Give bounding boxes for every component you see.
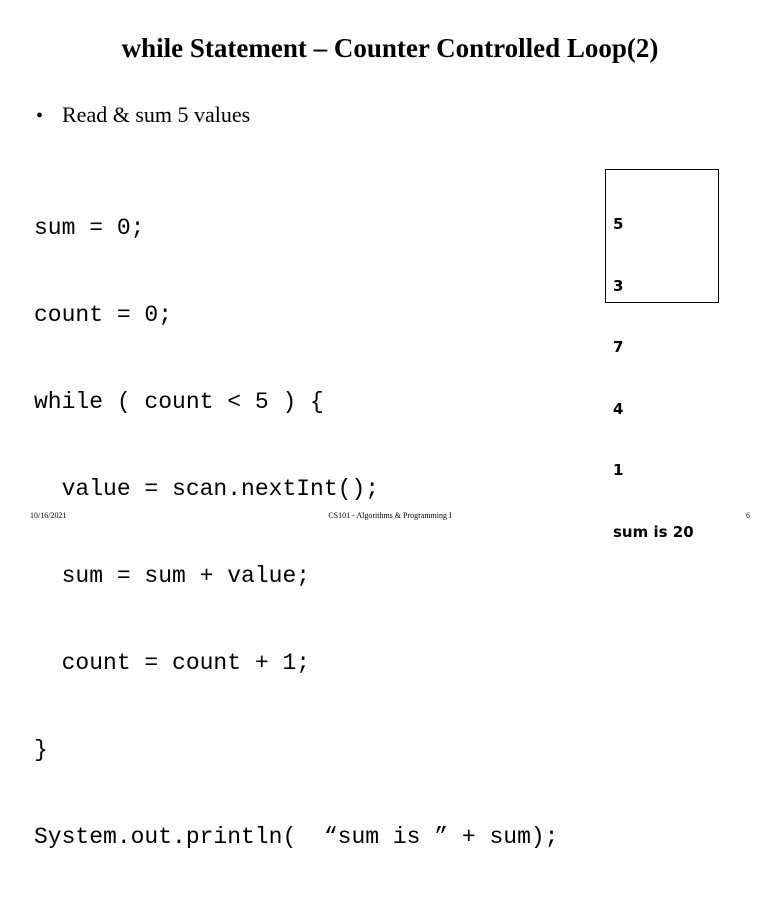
output-line: 3 (613, 276, 624, 295)
code-block: sum = 0; count = 0; while ( count < 5 ) … (34, 156, 559, 910)
page-title: while Statement – Counter Controlled Loo… (121, 33, 659, 63)
list-item: • Read & sum 5 values (36, 101, 636, 130)
output-line: 4 (613, 399, 624, 418)
output-line: 1 (613, 461, 624, 479)
bullet-list: • Read & sum 5 values (36, 101, 636, 130)
list-item-label: Read & sum 5 values (62, 102, 251, 127)
slide-canvas: while Statement – Counter Controlled Loo… (0, 0, 780, 850)
footer-course-label: CS101 - Algorithms & Programming I (328, 511, 452, 520)
output-line: 5 (613, 215, 624, 233)
code-line: System.out.println( “sum is ” + sum); (34, 824, 559, 850)
code-line: count = count + 1; (34, 650, 311, 676)
code-line: sum = sum + value; (34, 563, 311, 589)
code-line: value = scan.nextInt(); (34, 476, 380, 502)
code-line: while ( count < 5 ) { (34, 389, 324, 415)
output-line: 7 (613, 338, 624, 356)
code-line: count = 0; (34, 302, 173, 328)
program-output-box: 5 3 7 4 1 sum is 20 (605, 169, 719, 541)
code-line: } (34, 737, 48, 763)
code-line: sum = 0; (34, 215, 145, 241)
bullet-point-icon: • (36, 105, 44, 127)
output-line: sum is 20 (613, 522, 694, 541)
output-lines: 5 3 7 4 1 sum is 20 (613, 173, 694, 583)
footer-page-number: 6 (746, 511, 750, 520)
